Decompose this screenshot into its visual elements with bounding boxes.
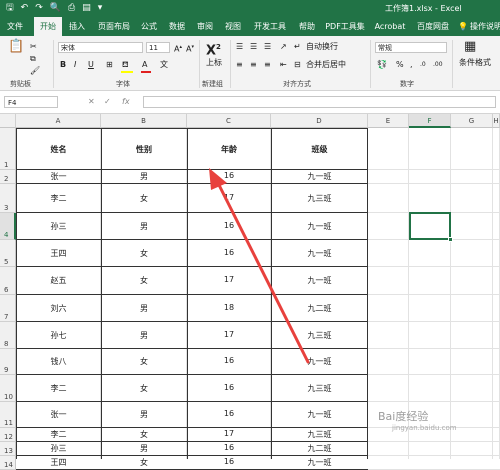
arrow-shaft [216, 181, 310, 364]
arrow-head [209, 168, 227, 190]
watermark: Bai度经验 jingyan.baidu.com [378, 408, 457, 432]
watermark-text: Bai度经验 [378, 410, 429, 423]
row-number: 14 [4, 461, 13, 469]
annotation-arrow [209, 168, 310, 364]
watermark-url: jingyan.baidu.com [392, 424, 457, 432]
